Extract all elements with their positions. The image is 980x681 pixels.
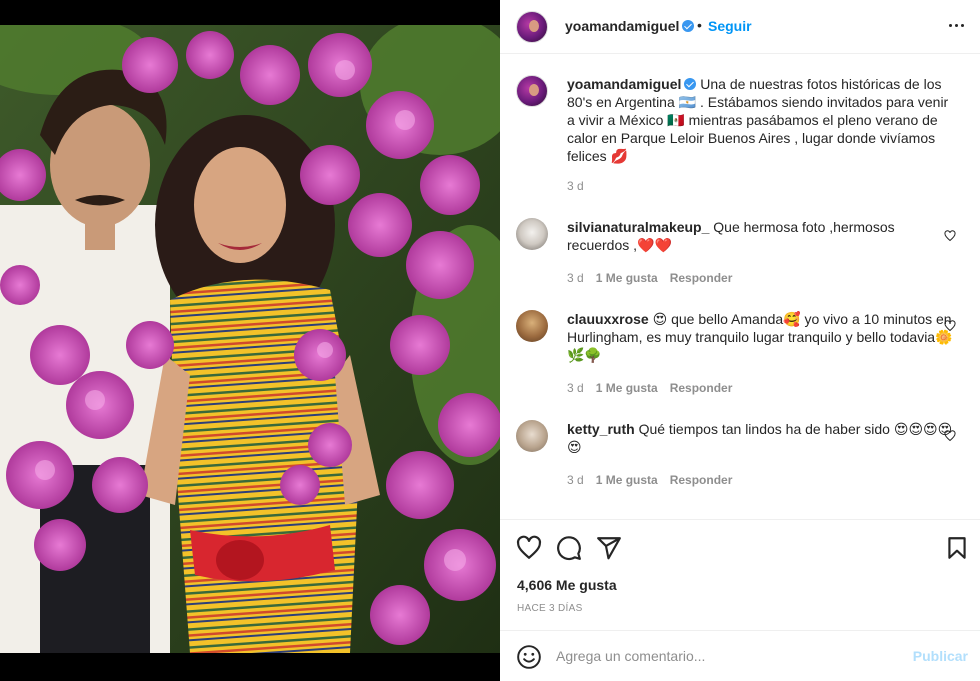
author-username-row: yoamandamiguel <box>565 18 695 34</box>
caption-avatar[interactable] <box>516 75 548 107</box>
emoji-icon[interactable] <box>516 644 542 670</box>
comment-likes[interactable]: 1 Me gusta <box>596 271 658 285</box>
caption-age[interactable]: 3 d <box>567 179 584 193</box>
author-username[interactable]: yoamandamiguel <box>565 18 679 34</box>
publish-button[interactable]: Publicar <box>913 648 968 664</box>
like-heart-icon[interactable] <box>516 535 542 561</box>
commenter-avatar[interactable] <box>516 420 548 452</box>
photo-pane <box>0 0 500 681</box>
couple-bougainvillea-image <box>0 25 500 653</box>
verified-badge-icon <box>684 78 697 90</box>
caption-username[interactable]: yoamandamiguel <box>567 76 681 92</box>
comment-bubble-icon[interactable] <box>556 535 582 561</box>
instagram-post-modal: yoamandamiguel • Seguir yoamandamiguel U… <box>0 0 980 681</box>
reply-button[interactable]: Responder <box>670 271 733 285</box>
comment-username[interactable]: ketty_ruth <box>567 421 635 437</box>
comment-likes[interactable]: 1 Me gusta <box>596 381 658 395</box>
comment-username[interactable]: silvianaturalmakeup_ <box>567 219 709 235</box>
likes-count[interactable]: 4,606 Me gusta <box>517 577 617 593</box>
comment-meta: 3 d 1 Me gusta Responder <box>567 473 732 487</box>
like-comment-heart-icon[interactable] <box>944 320 956 332</box>
comment-likes[interactable]: 1 Me gusta <box>596 473 658 487</box>
post-photo[interactable] <box>0 25 500 653</box>
comment-username[interactable]: clauuxxrose <box>567 311 649 327</box>
comment-meta: 3 d 1 Me gusta Responder <box>567 381 732 395</box>
comment-input[interactable] <box>556 645 896 667</box>
author-avatar[interactable] <box>516 11 548 43</box>
post-actions: 4,606 Me gusta HACE 3 DÍAS <box>500 519 980 630</box>
comment-body: silvianaturalmakeup_ Que hermosa foto ,h… <box>567 218 955 254</box>
dot-separator: • <box>697 17 702 33</box>
reply-button[interactable]: Responder <box>670 381 733 395</box>
comment-age[interactable]: 3 d <box>567 473 584 487</box>
more-options-icon[interactable] <box>949 24 964 27</box>
comment-age[interactable]: 3 d <box>567 271 584 285</box>
follow-button[interactable]: Seguir <box>708 18 752 34</box>
comments-list[interactable]: yoamandamiguel Una de nuestras fotos his… <box>500 55 980 519</box>
caption-meta: 3 d <box>567 179 584 193</box>
post-header: yoamandamiguel • Seguir <box>500 0 980 54</box>
save-bookmark-icon[interactable] <box>944 535 970 561</box>
like-comment-heart-icon[interactable] <box>944 230 956 242</box>
commenter-avatar[interactable] <box>516 310 548 342</box>
add-comment-bar: Publicar <box>500 630 980 681</box>
verified-badge-icon <box>682 20 695 32</box>
caption-body: yoamandamiguel Una de nuestras fotos his… <box>567 75 955 165</box>
comment-body: ketty_ruth Qué tiempos tan lindos ha de … <box>567 420 955 456</box>
post-timestamp[interactable]: HACE 3 DÍAS <box>517 603 583 614</box>
comment-meta: 3 d 1 Me gusta Responder <box>567 271 732 285</box>
comment-age[interactable]: 3 d <box>567 381 584 395</box>
reply-button[interactable]: Responder <box>670 473 733 487</box>
like-comment-heart-icon[interactable] <box>944 430 956 442</box>
share-send-icon[interactable] <box>596 535 622 561</box>
comment-body: clauuxxrose 😍 que bello Amanda🥰 yo vivo … <box>567 310 955 364</box>
post-side-panel: yoamandamiguel • Seguir yoamandamiguel U… <box>500 0 980 681</box>
commenter-avatar[interactable] <box>516 218 548 250</box>
